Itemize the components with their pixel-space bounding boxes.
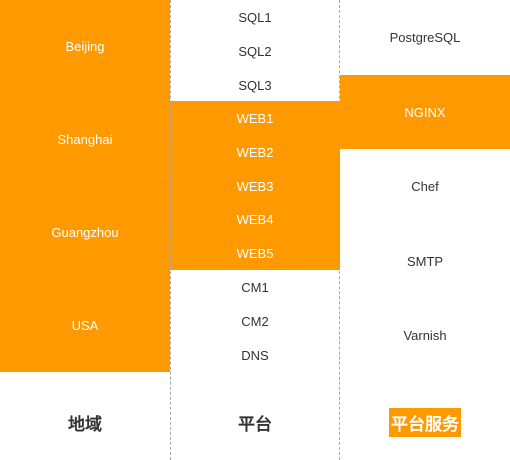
service-varnish: Varnish bbox=[403, 327, 447, 343]
region-guangzhou: Guangzhou bbox=[0, 186, 170, 279]
services-column: PostgreSQL NGINX Chef SMTP Varnish 平台服务 bbox=[340, 0, 510, 460]
region-beijing: Beijing bbox=[0, 0, 170, 93]
services-column-footer: 平台服务 bbox=[340, 405, 510, 439]
platform-sql3: SQL3 bbox=[238, 77, 272, 93]
region-usa: USA bbox=[0, 279, 170, 372]
region-column-title: 地域 bbox=[68, 414, 102, 435]
platform-web5: WEB5 bbox=[170, 236, 340, 270]
region-column-footer: 地域 bbox=[0, 405, 170, 439]
services-column-title: 平台服务 bbox=[389, 407, 461, 437]
platform-web1: WEB1 bbox=[170, 101, 340, 135]
platform-cm2: CM2 bbox=[241, 313, 269, 329]
column-divider-right bbox=[339, 0, 340, 460]
column-divider-left bbox=[170, 0, 171, 460]
region-shanghai: Shanghai bbox=[0, 93, 170, 186]
platform-web4: WEB4 bbox=[170, 203, 340, 236]
platform-dns: DNS bbox=[241, 347, 269, 363]
service-chef: Chef bbox=[411, 179, 439, 194]
platform-sql1: SQL1 bbox=[238, 9, 272, 25]
service-postgresql: PostgreSQL bbox=[389, 30, 461, 45]
region-column: Beijing Shanghai Guangzhou USA 地域 bbox=[0, 0, 170, 460]
service-smtp: SMTP bbox=[406, 253, 444, 269]
platform-web3: WEB3 bbox=[170, 169, 340, 203]
platform-column-footer: 平台 bbox=[170, 405, 340, 439]
platform-column: SQL1 SQL2 SQL3 WEB1 WEB2 WEB3 WEB4 WEB5 … bbox=[170, 0, 340, 460]
platform-web2: WEB2 bbox=[170, 135, 340, 169]
platform-sql2: SQL2 bbox=[238, 43, 272, 59]
platform-column-title: 平台 bbox=[238, 414, 272, 435]
platform-cm1: CM1 bbox=[241, 279, 269, 295]
service-nginx: NGINX bbox=[340, 75, 510, 149]
